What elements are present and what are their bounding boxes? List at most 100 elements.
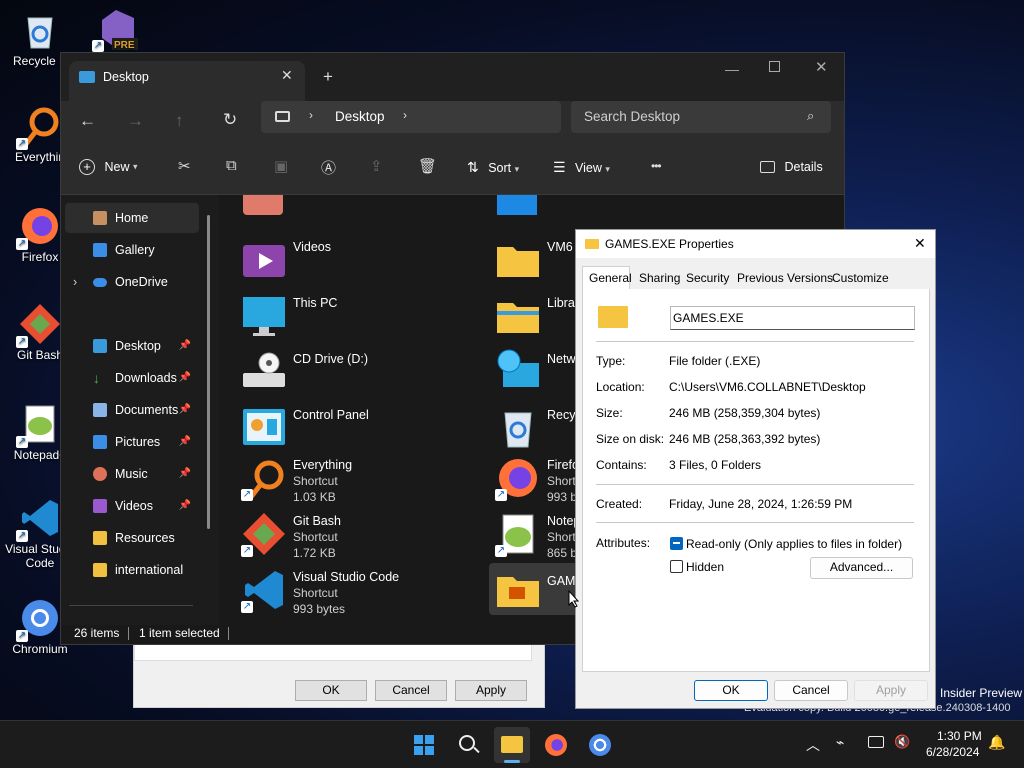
refresh-icon[interactable]: ↻ xyxy=(223,110,237,130)
background-apply-button[interactable]: Apply xyxy=(455,680,527,701)
selection-count: 1 item selected xyxy=(139,626,220,640)
sidebar-item-onedrive[interactable]: › OneDrive xyxy=(65,267,199,297)
cancel-button[interactable]: Cancel xyxy=(774,680,848,701)
hidden-checkbox[interactable] xyxy=(670,560,683,573)
background-ok-button[interactable]: OK xyxy=(295,680,367,701)
tab-customize[interactable]: Customize xyxy=(832,268,889,288)
ok-button[interactable]: OK xyxy=(694,680,768,701)
chevron-up-icon[interactable]: ︿ xyxy=(806,735,820,755)
sidebar-item-music[interactable]: Music 📌 xyxy=(65,459,199,489)
list-item[interactable]: ↗ Git Bash Shortcut 1.72 KB xyxy=(241,511,491,563)
start-button[interactable] xyxy=(406,727,442,763)
file-name: This PC xyxy=(293,296,338,310)
paste-icon[interactable]: ▣ xyxy=(274,157,288,175)
notification-bell-icon[interactable]: 🔔 xyxy=(988,734,1005,751)
divider xyxy=(596,341,914,342)
tab-sharing[interactable]: Sharing xyxy=(639,268,680,288)
back-arrow-icon[interactable]: ← xyxy=(79,111,96,131)
breadcrumb[interactable]: › Desktop › xyxy=(261,101,561,133)
tab-previous-versions[interactable]: Previous Versions xyxy=(737,268,833,288)
share-icon[interactable]: ⇪ xyxy=(370,157,383,175)
sidebar-item-label: international xyxy=(115,563,184,577)
desktop-icon-visual-studio-preview[interactable]: PRE ↗ xyxy=(76,6,156,52)
clock-date[interactable]: 6/28/2024 xyxy=(926,745,979,759)
file-explorer-taskbar-button[interactable] xyxy=(494,727,530,763)
expand-chevron-icon: › xyxy=(73,275,78,289)
sort-button-label: Sort xyxy=(488,161,512,175)
sidebar-item-gallery[interactable]: Gallery xyxy=(65,235,199,265)
delete-icon[interactable]: 🗑 xyxy=(418,157,437,175)
volume-muted-icon[interactable]: 🔇 xyxy=(894,734,910,750)
forward-arrow-icon[interactable]: → xyxy=(127,111,144,131)
sidebar-item-pictures[interactable]: Pictures 📌 xyxy=(65,427,199,457)
maximize-icon[interactable] xyxy=(769,61,780,72)
list-item[interactable]: Videos xyxy=(241,237,491,289)
search-box[interactable]: Search Desktop ⌕ xyxy=(571,101,831,133)
sidebar-item-international[interactable]: international xyxy=(65,555,199,585)
recycle-bin-icon xyxy=(18,8,62,52)
background-cancel-button[interactable]: Cancel xyxy=(375,680,447,701)
list-item[interactable]: ↗ Everything Shortcut 1.03 KB xyxy=(241,455,491,507)
close-window-icon[interactable]: ✕ xyxy=(815,58,828,76)
file-name: Everything xyxy=(293,458,353,472)
close-dialog-icon[interactable]: ✕ xyxy=(914,235,926,252)
sidebar-item-desktop[interactable]: Desktop 📌 xyxy=(65,331,199,361)
download-icon: ↓ xyxy=(93,370,100,386)
close-tab-icon[interactable]: ✕ xyxy=(281,67,293,84)
network-status-icon[interactable]: ⌁ xyxy=(836,734,844,751)
readonly-checkbox[interactable] xyxy=(670,537,683,550)
nav-scrollbar[interactable] xyxy=(207,215,210,529)
location-label: Location: xyxy=(596,380,645,394)
apply-button[interactable]: Apply xyxy=(854,680,928,701)
firefox-taskbar-button[interactable] xyxy=(538,727,574,763)
search-taskbar-button[interactable] xyxy=(450,727,486,763)
firefox-icon: ↗ xyxy=(16,204,62,250)
everything-icon: ↗ xyxy=(241,455,287,501)
rename-icon[interactable]: Ⓐ xyxy=(321,157,336,178)
sidebar-item-documents[interactable]: Documents 📌 xyxy=(65,395,199,425)
up-arrow-icon[interactable]: ↑ xyxy=(175,111,184,131)
chromium-taskbar-button[interactable] xyxy=(582,727,618,763)
list-item[interactable]: Control Panel xyxy=(241,405,491,457)
pin-icon: 📌 xyxy=(178,372,191,383)
file-type: Shortcut xyxy=(293,530,338,544)
sidebar-item-label: Videos xyxy=(115,499,153,513)
more-options-icon[interactable]: ••• xyxy=(651,159,662,173)
contains-label: Contains: xyxy=(596,458,647,472)
sidebar-item-downloads[interactable]: ↓ Downloads 📌 xyxy=(65,363,199,393)
copy-icon[interactable]: ⧉ xyxy=(226,157,237,174)
sidebar-item-videos[interactable]: Videos 📌 xyxy=(65,491,199,521)
new-button[interactable]: + New ▾ xyxy=(79,159,138,175)
file-name: Git Bash xyxy=(293,514,341,528)
size-value: 246 MB (258,359,304 bytes) xyxy=(669,406,821,420)
shortcut-arrow-icon: ↗ xyxy=(495,489,507,501)
view-button[interactable]: ☰ View ▾ xyxy=(553,159,610,176)
display-icon[interactable] xyxy=(868,736,884,748)
advanced-button[interactable]: Advanced... xyxy=(810,557,913,579)
sidebar-item-label: Resources xyxy=(115,531,175,545)
sort-button[interactable]: ⇅ Sort ▾ xyxy=(467,159,519,176)
search-input[interactable]: Search Desktop xyxy=(584,109,680,124)
tab-desktop[interactable]: Desktop ✕ xyxy=(69,61,305,101)
libraries-folder-icon xyxy=(495,293,541,339)
breadcrumb-item-desktop[interactable]: Desktop xyxy=(335,109,385,124)
file-name: Control Panel xyxy=(293,408,369,422)
cut-icon[interactable]: ✂ xyxy=(178,157,191,175)
created-value: Friday, June 28, 2024, 1:26:59 PM xyxy=(669,497,853,511)
new-tab-icon[interactable]: + xyxy=(323,67,333,87)
details-button[interactable]: Details xyxy=(760,159,823,174)
tab-security[interactable]: Security xyxy=(686,268,729,288)
list-item[interactable]: CD Drive (D:) xyxy=(241,349,491,401)
divider xyxy=(596,522,914,523)
shortcut-arrow-icon: ↗ xyxy=(16,530,28,542)
view-icon: ☰ xyxy=(553,159,566,175)
name-field[interactable]: GAMES.EXE xyxy=(670,306,915,330)
sidebar-item-home[interactable]: Home xyxy=(65,203,199,233)
minimize-icon[interactable]: — xyxy=(725,61,739,77)
windows-logo-icon xyxy=(414,735,434,755)
folder-large-icon xyxy=(598,306,628,328)
list-item[interactable]: This PC xyxy=(241,293,491,345)
list-item[interactable]: ↗ Visual Studio Code Shortcut 993 bytes xyxy=(241,567,491,619)
clock-time[interactable]: 1:30 PM xyxy=(937,729,982,743)
sidebar-item-resources[interactable]: Resources xyxy=(65,523,199,553)
